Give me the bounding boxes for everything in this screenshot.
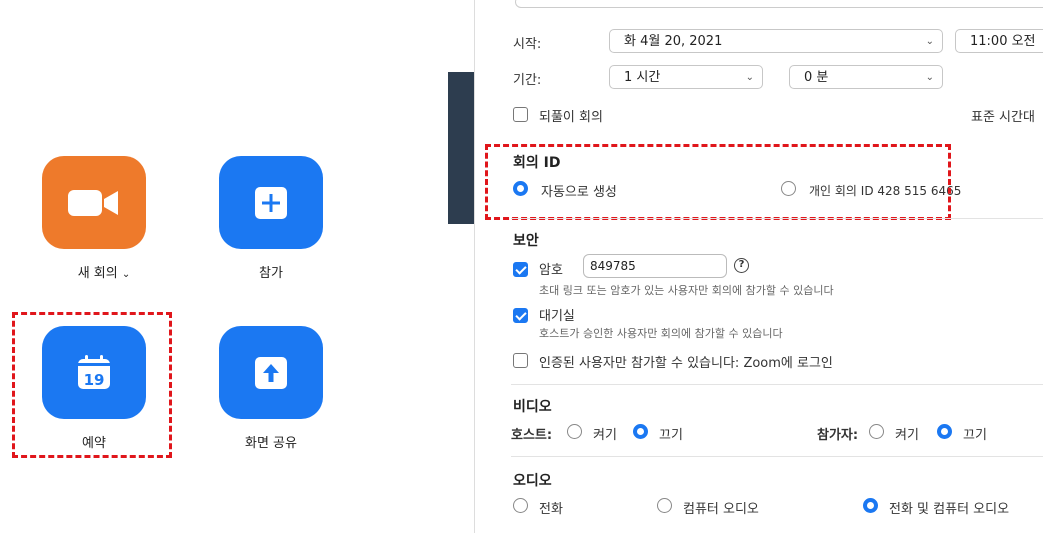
chevron-down-icon: ⌄ <box>925 36 934 47</box>
audio-both-radio[interactable] <box>863 498 878 513</box>
password-checkbox[interactable] <box>513 262 528 277</box>
password-input[interactable]: 849785 <box>583 254 727 278</box>
plus-icon <box>255 186 287 219</box>
waiting-room-checkbox[interactable] <box>513 308 528 323</box>
recurring-checkbox[interactable] <box>513 107 528 122</box>
waiting-room-description: 호스트가 승인한 사용자만 회의에 참가할 수 있습니다 <box>539 327 783 340</box>
home-panel: 새 회의 ⌄ 참가 19 예약 화면 공유 <box>0 0 448 533</box>
authenticated-users-label: 인증된 사용자만 참가할 수 있습니다: Zoom에 로그인 <box>539 356 833 371</box>
video-host-off-radio[interactable] <box>633 424 648 439</box>
password-label: 암호 <box>539 263 563 278</box>
join-button[interactable] <box>219 156 323 249</box>
video-participant-off-label: 끄기 <box>963 428 987 443</box>
topic-field[interactable] <box>515 0 1043 8</box>
video-host-label: 호스트: <box>511 428 553 443</box>
video-camera-icon <box>68 189 118 216</box>
timezone-label[interactable]: 표준 시간대 <box>971 106 1035 125</box>
video-host-on-radio[interactable] <box>567 424 582 439</box>
security-title: 보안 <box>513 233 539 249</box>
new-meeting-button[interactable] <box>42 156 146 249</box>
audio-computer-radio[interactable] <box>657 498 672 513</box>
chevron-down-icon: ⌄ <box>925 72 934 83</box>
video-host-off-label: 끄기 <box>659 428 683 443</box>
password-description: 초대 링크 또는 암호가 있는 사용자만 회의에 참가할 수 있습니다 <box>539 284 834 297</box>
recurring-label: 되풀이 회의 <box>539 110 603 125</box>
audio-computer-label: 컴퓨터 오디오 <box>683 502 759 517</box>
audio-phone-radio[interactable] <box>513 498 528 513</box>
new-meeting-label: 새 회의 ⌄ <box>77 266 131 281</box>
start-date-select[interactable]: 화 4월 20, 2021 ⌄ <box>609 29 943 53</box>
help-icon[interactable]: ? <box>734 258 749 273</box>
video-participant-on-radio[interactable] <box>869 424 884 439</box>
video-host-on-label: 켜기 <box>593 428 617 443</box>
start-time-select[interactable]: 11:00 오전 <box>955 29 1043 53</box>
schedule-meeting-form: 시작: 화 4월 20, 2021 ⌄ 11:00 오전 기간: 1 시간 ⌄ 0 … <box>474 0 1043 533</box>
audio-title: 오디오 <box>513 473 552 489</box>
divider <box>511 456 1043 457</box>
upload-arrow-icon <box>255 356 287 389</box>
video-participant-on-label: 켜기 <box>895 428 919 443</box>
duration-minutes-select[interactable]: 0 분 ⌄ <box>789 65 943 89</box>
chevron-down-icon: ⌄ <box>745 72 754 83</box>
meeting-id-highlight-box <box>485 144 951 220</box>
audio-phone-label: 전화 <box>539 502 563 517</box>
video-participant-label: 참가자: <box>817 428 859 443</box>
divider <box>511 384 1043 385</box>
video-participant-off-radio[interactable] <box>937 424 952 439</box>
join-label: 참가 <box>259 266 283 281</box>
duration-hours-select[interactable]: 1 시간 ⌄ <box>609 65 763 89</box>
divider <box>511 218 1043 219</box>
background-strip <box>448 72 474 224</box>
waiting-room-label: 대기실 <box>539 309 575 324</box>
schedule-highlight-box <box>12 312 172 458</box>
chevron-down-icon[interactable]: ⌄ <box>122 269 130 280</box>
audio-both-label: 전화 및 컴퓨터 오디오 <box>889 502 1010 517</box>
duration-label: 기간: <box>513 73 542 88</box>
video-title: 비디오 <box>513 399 552 415</box>
authenticated-users-checkbox[interactable] <box>513 353 528 368</box>
start-label: 시작: <box>513 37 542 52</box>
share-screen-button[interactable] <box>219 326 323 419</box>
share-screen-label: 화면 공유 <box>245 436 297 451</box>
